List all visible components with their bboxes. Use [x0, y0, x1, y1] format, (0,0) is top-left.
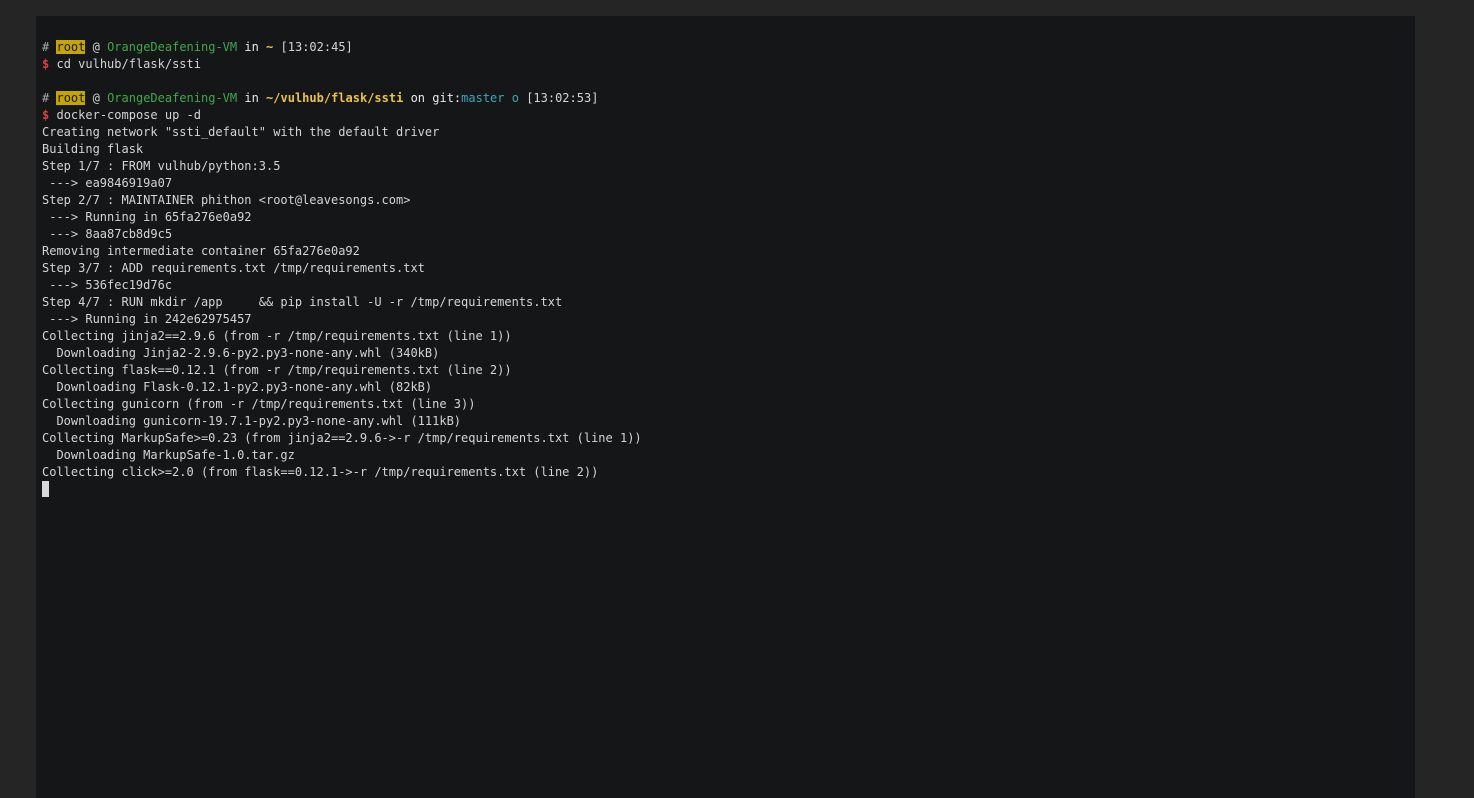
output-line: Collecting flask==0.12.1 (from -r /tmp/r…: [42, 363, 512, 377]
prompt-line: # root @ OrangeDeafening-VM in ~ [13:02:…: [42, 39, 1415, 56]
prompt-at: @: [92, 91, 100, 105]
output-line: Step 3/7 : ADD requirements.txt /tmp/req…: [42, 261, 425, 275]
dollar-symbol: $: [42, 108, 50, 122]
output-line: Step 2/7 : MAINTAINER phithon <root@leav…: [42, 193, 411, 207]
prompt-on: on: [410, 91, 426, 105]
cursor-line: [42, 481, 1415, 498]
output-line: ---> ea9846919a07: [42, 176, 173, 190]
output-line: Downloading MarkupSafe-1.0.tar.gz: [42, 448, 295, 462]
prompt-at: @: [92, 40, 100, 54]
output-line: ---> 8aa87cb8d9c5: [42, 227, 173, 241]
prompt-time: [13:02:45]: [280, 40, 353, 54]
output-line: Collecting gunicorn (from -r /tmp/requir…: [42, 397, 476, 411]
prompt-in: in: [244, 91, 259, 105]
command-line: $ cd vulhub/flask/ssti: [42, 56, 1415, 73]
output-line: Creating network "ssti_default" with the…: [42, 125, 440, 139]
command-text: docker-compose up -d: [56, 108, 201, 122]
text-cursor[interactable]: [42, 481, 49, 497]
dollar-symbol: $: [42, 57, 50, 71]
output-line: Removing intermediate container 65fa276e…: [42, 244, 360, 258]
prompt-user: root: [56, 91, 86, 105]
prompt-git-branch: master o: [461, 91, 519, 105]
prompt-hash: #: [42, 40, 50, 54]
prompt-git-label: git:: [432, 91, 462, 105]
prompt-host: OrangeDeafening-VM: [107, 91, 238, 105]
command-text: cd vulhub/flask/ssti: [56, 57, 201, 71]
prompt-path: ~: [266, 40, 274, 54]
output-line: Building flask: [42, 142, 144, 156]
terminal-window[interactable]: # root @ OrangeDeafening-VM in ~ [13:02:…: [36, 16, 1415, 798]
output-line: Downloading Flask-0.12.1-py2.py3-none-an…: [42, 380, 433, 394]
output-line: ---> Running in 242e62975457: [42, 312, 252, 326]
prompt-line: # root @ OrangeDeafening-VM in ~/vulhub/…: [42, 90, 1415, 107]
output-line: Step 1/7 : FROM vulhub/python:3.5: [42, 159, 281, 173]
prompt-hash: #: [42, 91, 50, 105]
output-line: Collecting jinja2==2.9.6 (from -r /tmp/r…: [42, 329, 512, 343]
output-line: Collecting click>=2.0 (from flask==0.12.…: [42, 465, 599, 479]
output-line: Downloading Jinja2-2.9.6-py2.py3-none-an…: [42, 346, 440, 360]
output-line: ---> Running in 65fa276e0a92: [42, 210, 252, 224]
output-line: ---> 536fec19d76c: [42, 278, 173, 292]
prompt-time: [13:02:53]: [526, 91, 599, 105]
output-line: Step 4/7 : RUN mkdir /app && pip install…: [42, 295, 563, 309]
command-line: $ docker-compose up -d: [42, 107, 1415, 124]
output-line: Downloading gunicorn-19.7.1-py2.py3-none…: [42, 414, 462, 428]
output-line: Collecting MarkupSafe>=0.23 (from jinja2…: [42, 431, 642, 445]
prompt-in: in: [244, 40, 259, 54]
prompt-path: ~/vulhub/flask/ssti: [266, 91, 404, 105]
prompt-user: root: [56, 40, 86, 54]
prompt-host: OrangeDeafening-VM: [107, 40, 238, 54]
